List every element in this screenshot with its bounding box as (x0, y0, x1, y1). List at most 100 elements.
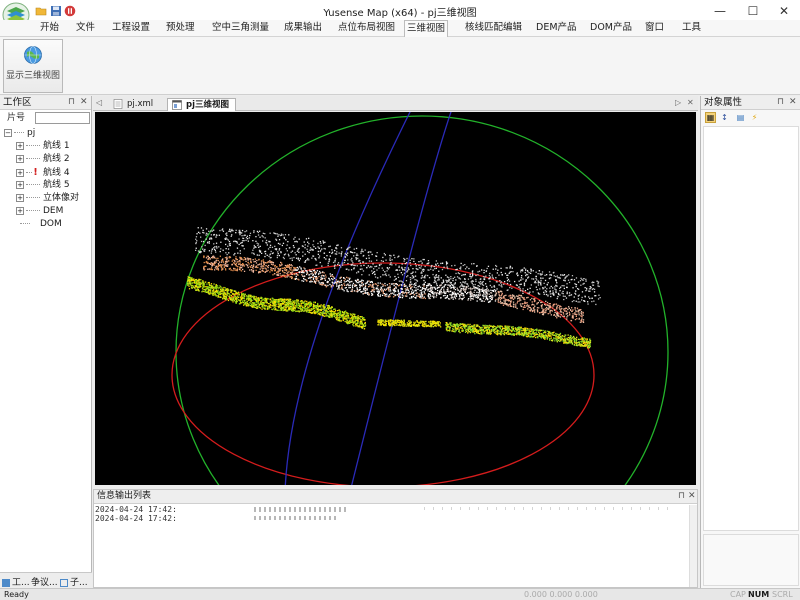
status-cap: CAP (730, 590, 746, 599)
sort-alphabetical-icon[interactable]: ↕ (719, 112, 730, 123)
tab-file[interactable]: 文件 (74, 20, 97, 37)
scroll-left-icon[interactable]: ◁ (96, 98, 102, 107)
close-icon[interactable]: ✕ (687, 98, 694, 107)
tab-tools[interactable]: 工具 (680, 20, 703, 37)
tree-item-strip-2[interactable]: + 航线 2 (16, 153, 70, 166)
window-title: Yusense Map (x64) - pj三维视图 (323, 8, 477, 19)
ribbon-panel: 显示三维视图 (0, 37, 800, 95)
workspace-bottom-tabs: 工... 争议... 子... (0, 572, 92, 588)
tree-item-label: 航线 5 (43, 180, 70, 190)
sphere-blue-ring (284, 112, 411, 485)
workspace-panel: 工作区 ⊓ ✕ 片号 − pj + 航线 1 + 航线 2 +! 航线 4 + 航线 5 … (0, 96, 92, 588)
pin-icon[interactable]: ⊓ (777, 96, 784, 109)
expand-icon[interactable]: + (16, 193, 24, 202)
tab-output[interactable]: 成果输出 (282, 20, 324, 37)
output-header: 信息输出列表 ⊓ ✕ (94, 490, 697, 504)
property-pages-icon[interactable]: ▤ (735, 112, 746, 123)
properties-title: 对象属性 (704, 97, 743, 108)
status-coordinates: 0.000 0.000 0.000 (524, 590, 598, 599)
title-bar: Yusense Map (x64) - pj三维视图 — ☐ ✕ (0, 0, 800, 28)
close-icon[interactable]: ✕ (789, 96, 797, 109)
tab-dem-product[interactable]: DEM产品 (534, 20, 579, 37)
tree-root-label: pj (27, 128, 36, 138)
status-num: NUM (748, 590, 770, 599)
view-window-icon (172, 100, 182, 110)
tab-start[interactable]: 开始 (38, 20, 61, 37)
log-line-blurred (424, 507, 674, 510)
log-line: 2024-04-24 17:42: (95, 514, 177, 523)
log-line-blurred (254, 516, 339, 520)
expand-icon[interactable]: + (16, 168, 24, 177)
close-icon[interactable]: ✕ (688, 490, 696, 503)
tab-aerial-triangulation[interactable]: 空中三角测量 (210, 20, 271, 37)
document-tab-bar: ◁ pj.xml pj三维视图 ▷ ✕ (93, 96, 698, 111)
message-output-panel: 信息输出列表 ⊓ ✕ 2024-04-24 17:42: 2024-04-24 … (93, 489, 698, 588)
tab-project-settings[interactable]: 工程设置 (110, 20, 152, 37)
tab-point-layout[interactable]: 点位布局视图 (336, 20, 397, 37)
expand-icon[interactable]: + (16, 206, 24, 215)
workspace-title: 工作区 (3, 97, 32, 108)
tree-item-strip-5[interactable]: + 航线 5 (16, 179, 70, 192)
expand-icon[interactable]: + (16, 141, 24, 150)
tab-sub[interactable]: 子... (60, 575, 88, 588)
pin-icon[interactable]: ⊓ (68, 96, 75, 109)
categorized-icon[interactable]: ▦ (705, 112, 716, 123)
tab-preprocess[interactable]: 预处理 (164, 20, 197, 37)
3d-viewport[interactable] (95, 112, 696, 485)
ribbon-tab-bar: 开始 文件 工程设置 预处理 空中三角测量 成果输出 点位布局视图 三维视图 核… (0, 20, 800, 38)
tree-item-label: 航线 2 (43, 154, 70, 164)
tab-pj-xml[interactable]: pj.xml (109, 98, 159, 111)
strip-search-input[interactable] (35, 112, 90, 124)
workspace-header: 工作区 ⊓ ✕ (0, 96, 91, 110)
tab-pj-3d-view[interactable]: pj三维视图 (167, 98, 236, 111)
tree-item-label: 立体像对 (43, 193, 80, 203)
grid-icon (60, 578, 68, 587)
tab-label: 子... (70, 578, 88, 588)
tree-root[interactable]: − pj (4, 127, 35, 140)
status-scrl: SCRL (772, 590, 793, 599)
tree-item-label: DOM (40, 219, 62, 229)
globe-icon (24, 46, 42, 64)
warning-marker-icon: ! (33, 167, 38, 178)
minimize-button[interactable]: — (704, 0, 736, 22)
close-button[interactable]: ✕ (768, 0, 800, 22)
property-description (703, 534, 799, 586)
expand-icon[interactable]: + (16, 154, 24, 163)
tree-item-stereo-pairs[interactable]: + 立体像对 (16, 192, 79, 205)
pin-icon[interactable]: ⊓ (678, 490, 685, 503)
tab-epipolar-edit[interactable]: 核线匹配编辑 (463, 20, 524, 37)
point-cloud-scene[interactable] (95, 112, 696, 485)
search-label: 片号 (7, 113, 26, 123)
tree-item-label: 航线 1 (43, 141, 70, 151)
collapse-icon[interactable]: − (4, 128, 12, 137)
tab-label: pj.xml (127, 99, 154, 109)
tab-disputes[interactable]: 争议... (31, 575, 58, 588)
output-scrollbar[interactable] (689, 505, 697, 587)
tree-item-dom[interactable]: DOM (16, 218, 62, 231)
sphere-blue-ring (351, 112, 452, 485)
properties-header: 对象属性 ⊓ ✕ (701, 96, 800, 110)
status-bar: Ready 0.000 0.000 0.000 CAP NUM SCRL (0, 588, 800, 600)
tab-label: 工... (12, 578, 30, 588)
close-icon[interactable]: ✕ (80, 96, 88, 109)
log-line: 2024-04-24 17:42: (95, 505, 177, 514)
expand-icon[interactable]: + (16, 180, 24, 189)
output-title: 信息输出列表 (97, 491, 152, 501)
object-properties-panel: 对象属性 ⊓ ✕ ▦ ↕ ▤ ⚡ (700, 96, 800, 588)
tab-label: pj三维视图 (186, 100, 229, 110)
tab-dom-product[interactable]: DOM产品 (588, 20, 634, 37)
tab-3d-view[interactable]: 三维视图 (404, 20, 449, 38)
tree-item-strip-1[interactable]: + 航线 1 (16, 140, 70, 153)
maximize-button[interactable]: ☐ (737, 0, 769, 22)
scroll-right-icon[interactable]: ▷ (675, 98, 681, 107)
show-3d-view-button[interactable]: 显示三维视图 (3, 39, 63, 93)
tab-window[interactable]: 窗口 (643, 20, 666, 37)
log-line-blurred (254, 507, 349, 512)
status-ready: Ready (4, 590, 29, 599)
events-icon[interactable]: ⚡ (749, 112, 760, 123)
tree-item-label: DEM (43, 206, 64, 216)
tree-item-dem[interactable]: + DEM (16, 205, 63, 218)
tree-item-strip-4[interactable]: +! 航线 4 (16, 166, 70, 179)
property-grid[interactable] (703, 126, 799, 531)
tab-workspace[interactable]: 工... (2, 575, 30, 588)
